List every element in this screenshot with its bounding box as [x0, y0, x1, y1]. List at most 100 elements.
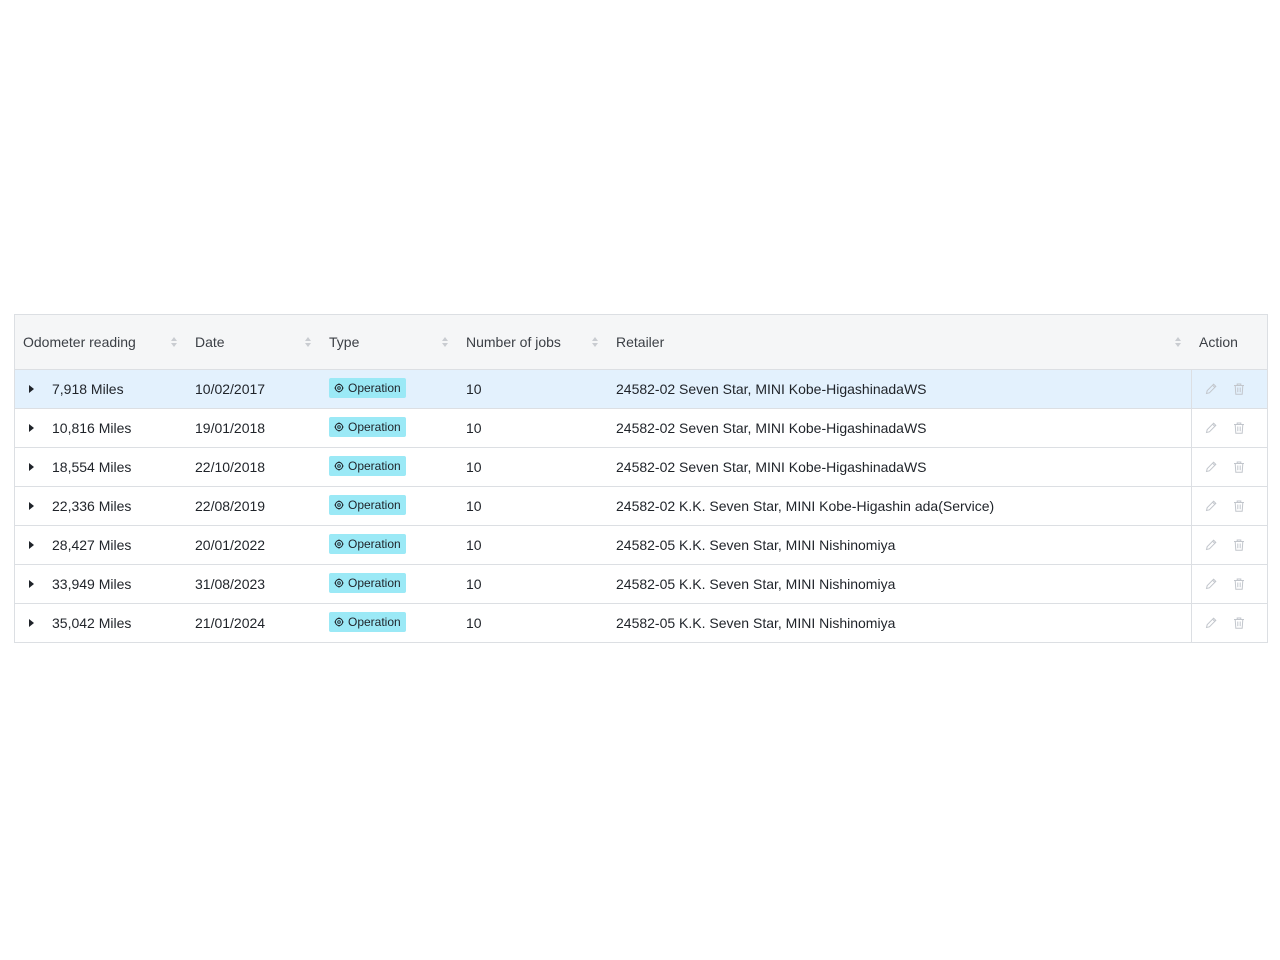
sort-icon[interactable] [592, 337, 598, 347]
delete-button[interactable] [1232, 616, 1246, 630]
column-header-label: Action [1199, 334, 1238, 350]
column-header-label: Date [195, 334, 225, 350]
date-cell: 31/08/2023 [187, 564, 321, 604]
odometer-value: 22,336 Miles [52, 498, 132, 514]
date-cell: 22/08/2019 [187, 486, 321, 526]
type-label: Operation [348, 459, 401, 473]
sort-icon[interactable] [442, 337, 448, 347]
pencil-icon [1204, 577, 1218, 591]
gear-icon [334, 383, 344, 393]
sort-icon[interactable] [1175, 337, 1181, 347]
trash-icon [1232, 499, 1246, 513]
jobs-cell: 10 [458, 525, 608, 565]
type-cell: Operation [321, 604, 458, 643]
date-cell: 19/01/2018 [187, 408, 321, 448]
pencil-icon [1204, 460, 1218, 474]
delete-button[interactable] [1232, 460, 1246, 474]
edit-button[interactable] [1204, 577, 1218, 591]
column-header-number-of-jobs[interactable]: Number of jobs [458, 315, 608, 370]
action-cell [1190, 486, 1267, 526]
type-label: Operation [348, 420, 401, 434]
edit-button[interactable] [1204, 382, 1218, 396]
jobs-cell: 10 [466, 615, 482, 631]
caret-right-icon[interactable] [29, 502, 34, 510]
trash-icon [1232, 382, 1246, 396]
type-badge: Operation [329, 534, 406, 554]
delete-button[interactable] [1232, 421, 1246, 435]
column-header-label: Retailer [616, 334, 665, 350]
edit-button[interactable] [1204, 460, 1218, 474]
caret-right-icon[interactable] [29, 463, 34, 471]
type-cell: Operation [321, 525, 458, 565]
caret-right-icon[interactable] [29, 580, 34, 588]
gear-icon [334, 500, 344, 510]
odometer-cell: 18,554 Miles [15, 447, 187, 487]
table-body: 7,918 Miles 10/02/2017 Operation 10 2458… [15, 369, 1267, 643]
edit-button[interactable] [1204, 499, 1218, 513]
column-header-action: Action [1191, 315, 1267, 370]
edit-button[interactable] [1204, 538, 1218, 552]
table-row[interactable]: 22,336 Miles 22/08/2019 Operation 10 245… [15, 486, 1267, 526]
type-label: Operation [348, 381, 401, 395]
edit-button[interactable] [1204, 616, 1218, 630]
trash-icon [1232, 577, 1246, 591]
gear-icon [334, 422, 344, 432]
type-cell: Operation [321, 369, 458, 409]
caret-right-icon[interactable] [29, 541, 34, 549]
column-header-label: Type [329, 334, 360, 350]
retailer-cell: 24582-05 K.K. Seven Star, MINI Nishinomi… [616, 615, 896, 631]
type-cell: Operation [321, 447, 458, 487]
odometer-cell: 33,949 Miles [15, 564, 187, 604]
caret-right-icon[interactable] [29, 424, 34, 432]
retailer-cell: 24582-02 K.K. Seven Star, MINI Kobe-Higa… [608, 486, 1191, 526]
retailer-cell: 24582-02 Seven Star, MINI Kobe-Higashina… [608, 369, 1191, 409]
type-badge: Operation [329, 378, 406, 398]
jobs-cell: 10 [458, 447, 608, 487]
column-header-date[interactable]: Date [187, 315, 321, 370]
delete-button[interactable] [1232, 499, 1246, 513]
gear-icon [334, 578, 344, 588]
caret-right-icon[interactable] [29, 619, 34, 627]
delete-button[interactable] [1232, 382, 1246, 396]
gear-icon [334, 539, 344, 549]
trash-icon [1232, 460, 1246, 474]
odometer-cell: 22,336 Miles [15, 486, 187, 526]
jobs-cell: 10 [458, 408, 608, 448]
retailer-cell: 24582-02 Seven Star, MINI Kobe-Higashina… [608, 408, 1191, 448]
type-badge: Operation [329, 495, 406, 515]
type-badge: Operation [329, 573, 406, 593]
service-history-table: Odometer reading Date Type Number of jobs Re… [14, 314, 1268, 643]
table-row[interactable]: 7,918 Miles 10/02/2017 Operation 10 2458… [15, 369, 1267, 409]
action-cell [1190, 408, 1267, 448]
odometer-value: 7,918 Miles [52, 381, 124, 397]
odometer-value: 10,816 Miles [52, 420, 132, 436]
pencil-icon [1204, 538, 1218, 552]
column-header-label: Odometer reading [23, 334, 136, 350]
table-row[interactable]: 35,042 Miles 21/01/2024 Operation 10 245… [15, 603, 1267, 643]
delete-button[interactable] [1232, 577, 1246, 591]
type-label: Operation [348, 576, 401, 590]
type-label: Operation [348, 498, 401, 512]
pencil-icon [1204, 499, 1218, 513]
action-cell [1190, 525, 1267, 565]
date-cell: 21/01/2024 [195, 615, 266, 631]
table-row[interactable]: 33,949 Miles 31/08/2023 Operation 10 245… [15, 564, 1267, 604]
odometer-cell: 35,042 Miles [15, 604, 187, 643]
table-row[interactable]: 28,427 Miles 20/01/2022 Operation 10 245… [15, 525, 1267, 565]
column-header-odometer-reading[interactable]: Odometer reading [15, 315, 187, 370]
column-header-retailer[interactable]: Retailer [608, 315, 1191, 370]
odometer-cell: 10,816 Miles [15, 408, 187, 448]
table-row[interactable]: 18,554 Miles 22/10/2018 Operation 10 245… [15, 447, 1267, 487]
pencil-icon [1204, 421, 1218, 435]
caret-right-icon[interactable] [29, 385, 34, 393]
date-cell: 20/01/2022 [187, 525, 321, 565]
pencil-icon [1204, 382, 1218, 396]
table-row[interactable]: 10,816 Miles 19/01/2018 Operation 10 245… [15, 408, 1267, 448]
type-badge: Operation [329, 612, 406, 632]
edit-button[interactable] [1204, 421, 1218, 435]
column-header-type[interactable]: Type [321, 315, 458, 370]
sort-icon[interactable] [305, 337, 311, 347]
delete-button[interactable] [1232, 538, 1246, 552]
sort-icon[interactable] [171, 337, 177, 347]
odometer-value: 28,427 Miles [52, 537, 132, 553]
